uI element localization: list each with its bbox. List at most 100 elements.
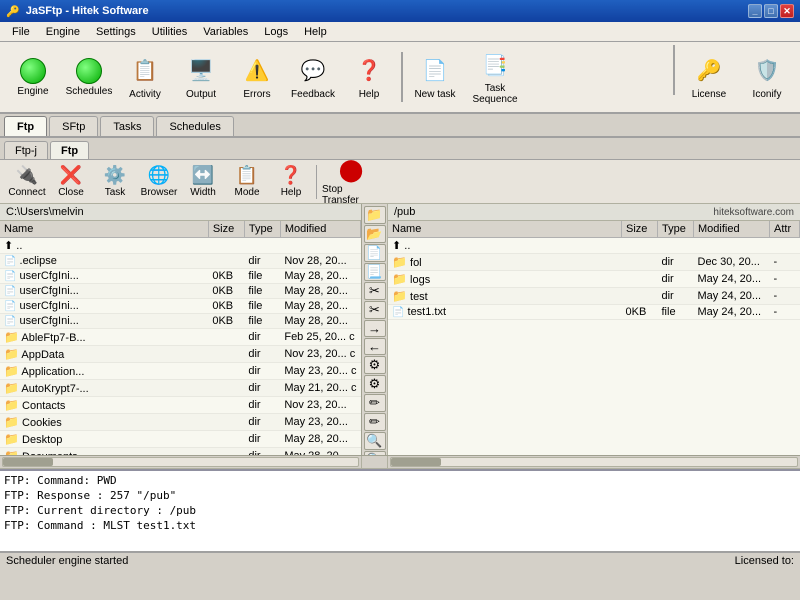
ftp-help-label: Help <box>281 187 302 198</box>
toolbar-engine[interactable]: Engine <box>6 45 60 109</box>
toolbar-help[interactable]: ❓ Help <box>342 45 396 109</box>
menu-logs[interactable]: Logs <box>256 23 296 41</box>
table-row[interactable]: 📁 AppData dir Nov 23, 20... c <box>0 346 361 363</box>
toolbar-output-label: Output <box>186 89 216 100</box>
left-col-type[interactable]: Type <box>244 221 280 238</box>
toolbar-newtask-label: New task <box>414 89 455 100</box>
mid-search-bottom[interactable]: 🔍 <box>364 451 386 455</box>
tab-sftp[interactable]: SFtp <box>49 116 98 136</box>
toolbar-newtask[interactable]: 📄 New task <box>408 45 462 109</box>
table-row[interactable]: ⬆ .. <box>0 238 361 254</box>
ftp-width-btn[interactable]: ↔️ Width <box>182 162 224 202</box>
mid-upload-file[interactable]: 📄 <box>364 244 386 262</box>
table-row[interactable]: 📁 test dir May 24, 20... - <box>388 288 800 305</box>
toolbar-schedules[interactable]: Schedules <box>62 45 116 109</box>
status-log[interactable]: FTP: Command: PWDFTP: Response : 257 "/p… <box>0 469 800 551</box>
mid-pencil-top[interactable]: ✏ <box>364 394 386 412</box>
table-row[interactable]: 📄 userCfgIni... 0KB file May 28, 20... <box>0 299 361 314</box>
menu-utilities[interactable]: Utilities <box>144 23 195 41</box>
table-row[interactable]: ⬆ .. <box>388 238 800 254</box>
ftp-mode-btn[interactable]: 📋 Mode <box>226 162 268 202</box>
menu-engine[interactable]: Engine <box>38 23 88 41</box>
table-row[interactable]: 📄 userCfgIni... 0KB file May 28, 20... <box>0 284 361 299</box>
mid-upload-folder[interactable]: 📁 <box>364 206 386 224</box>
left-col-modified[interactable]: Modified <box>280 221 360 238</box>
ftp-browser-btn[interactable]: 🌐 Browser <box>138 162 180 202</box>
file-modified: Nov 28, 20... <box>280 254 360 269</box>
table-row[interactable]: 📁 Contacts dir Nov 23, 20... <box>0 397 361 414</box>
menu-file[interactable]: File <box>4 23 38 41</box>
maximize-button[interactable]: □ <box>764 4 778 18</box>
subtab-ftp[interactable]: Ftp <box>50 141 89 159</box>
tab-tasks[interactable]: Tasks <box>100 116 154 136</box>
right-file-table[interactable]: Name Size Type Modified Attr ⬆ .. 📁 fol … <box>388 221 800 455</box>
menu-variables[interactable]: Variables <box>195 23 256 41</box>
toolbar-iconify[interactable]: 🛡️ Iconify <box>740 45 794 109</box>
table-row[interactable]: 📄 .eclipse dir Nov 28, 20... <box>0 254 361 269</box>
table-row[interactable]: 📁 Cookies dir May 23, 20... <box>0 414 361 431</box>
file-size <box>208 380 244 397</box>
ftp-help-btn[interactable]: ❓ Help <box>270 162 312 202</box>
toolbar-license[interactable]: 🔑 License <box>682 45 736 109</box>
table-row[interactable]: 📁 AutoKrypt7-... dir May 21, 20... c <box>0 380 361 397</box>
table-row[interactable]: 📁 AbleFtp7-B... dir Feb 25, 20... c <box>0 329 361 346</box>
subtab-ftpj[interactable]: Ftp-j <box>4 141 48 159</box>
file-name: 📁 AppData <box>0 346 208 363</box>
table-row[interactable]: 📁 Application... dir May 23, 20... c <box>0 363 361 380</box>
table-row[interactable]: 📁 logs dir May 24, 20... - <box>388 271 800 288</box>
iconify-icon: 🛡️ <box>751 55 783 87</box>
table-row[interactable]: 📁 Desktop dir May 28, 20... <box>0 431 361 448</box>
mid-cut-right[interactable]: ✂ <box>364 301 386 319</box>
ftp-stoptransfer-btn[interactable]: ⬤ Stop Transfer <box>321 162 381 202</box>
file-name: 📁 Contacts <box>0 397 208 414</box>
right-hscroll[interactable] <box>390 457 798 467</box>
toolbar-activity[interactable]: 📋 Activity <box>118 45 172 109</box>
minimize-button[interactable]: _ <box>748 4 762 18</box>
status-lines: FTP: Command: PWDFTP: Response : 257 "/p… <box>4 473 796 533</box>
right-col-size[interactable]: Size <box>622 221 658 238</box>
toolbar-errors[interactable]: ⚠️ Errors <box>230 45 284 109</box>
left-hscroll-thumb <box>3 458 53 466</box>
toolbar-feedback[interactable]: 💬 Feedback <box>286 45 340 109</box>
mid-search-top[interactable]: 🔍 <box>364 432 386 450</box>
table-row[interactable]: 📁 fol dir Dec 30, 20... - <box>388 254 800 271</box>
table-row[interactable]: 📄 userCfgIni... 0KB file May 28, 20... <box>0 314 361 329</box>
right-col-modified[interactable]: Modified <box>694 221 770 238</box>
mid-cut-left[interactable]: ✂ <box>364 282 386 300</box>
file-name: 📁 AutoKrypt7-... <box>0 380 208 397</box>
table-row[interactable]: 📄 userCfgIni... 0KB file May 28, 20... <box>0 269 361 284</box>
mid-download-file[interactable]: 📃 <box>364 263 386 281</box>
left-col-size[interactable]: Size <box>208 221 244 238</box>
mid-pencil-bottom[interactable]: ✏ <box>364 413 386 431</box>
left-col-name[interactable]: Name <box>0 221 208 238</box>
ftp-close-btn[interactable]: ❌ Close <box>50 162 92 202</box>
left-hscroll[interactable] <box>2 457 359 467</box>
file-modified: Dec 30, 20... <box>694 254 770 271</box>
mid-download-folder[interactable]: 📂 <box>364 225 386 243</box>
tab-schedules[interactable]: Schedules <box>156 116 233 136</box>
mid-arrow-left[interactable]: ← <box>364 338 386 355</box>
ftp-task-btn[interactable]: ⚙️ Task <box>94 162 136 202</box>
left-file-table[interactable]: Name Size Type Modified ⬆ .. 📄 .eclipse … <box>0 221 361 455</box>
file-name: 📄 userCfgIni... <box>0 314 208 329</box>
tab-ftp[interactable]: Ftp <box>4 116 47 136</box>
menu-settings[interactable]: Settings <box>88 23 144 41</box>
toolbar-output[interactable]: 🖥️ Output <box>174 45 228 109</box>
right-col-name[interactable]: Name <box>388 221 622 238</box>
right-col-attr[interactable]: Attr <box>770 221 800 238</box>
toolbar-tasksequence[interactable]: 📑 Task Sequence <box>464 45 526 109</box>
width-icon: ↔️ <box>192 165 214 186</box>
close-button[interactable]: ✕ <box>780 4 794 18</box>
file-name: 📁 Application... <box>0 363 208 380</box>
table-row[interactable]: 📄 test1.txt 0KB file May 24, 20... - <box>388 305 800 320</box>
right-hscroll-thumb <box>391 458 441 466</box>
table-row[interactable]: 📁 Documents dir May 28, 20... <box>0 448 361 456</box>
right-col-type[interactable]: Type <box>658 221 694 238</box>
menu-help[interactable]: Help <box>296 23 335 41</box>
mid-gear-top[interactable]: ⚙ <box>364 356 386 374</box>
mid-gear-bottom[interactable]: ⚙ <box>364 375 386 393</box>
file-type: dir <box>658 288 694 305</box>
mid-arrow-right[interactable]: → <box>364 320 386 337</box>
ftp-connect-btn[interactable]: 🔌 Connect <box>6 162 48 202</box>
file-modified: May 24, 20... <box>694 305 770 320</box>
